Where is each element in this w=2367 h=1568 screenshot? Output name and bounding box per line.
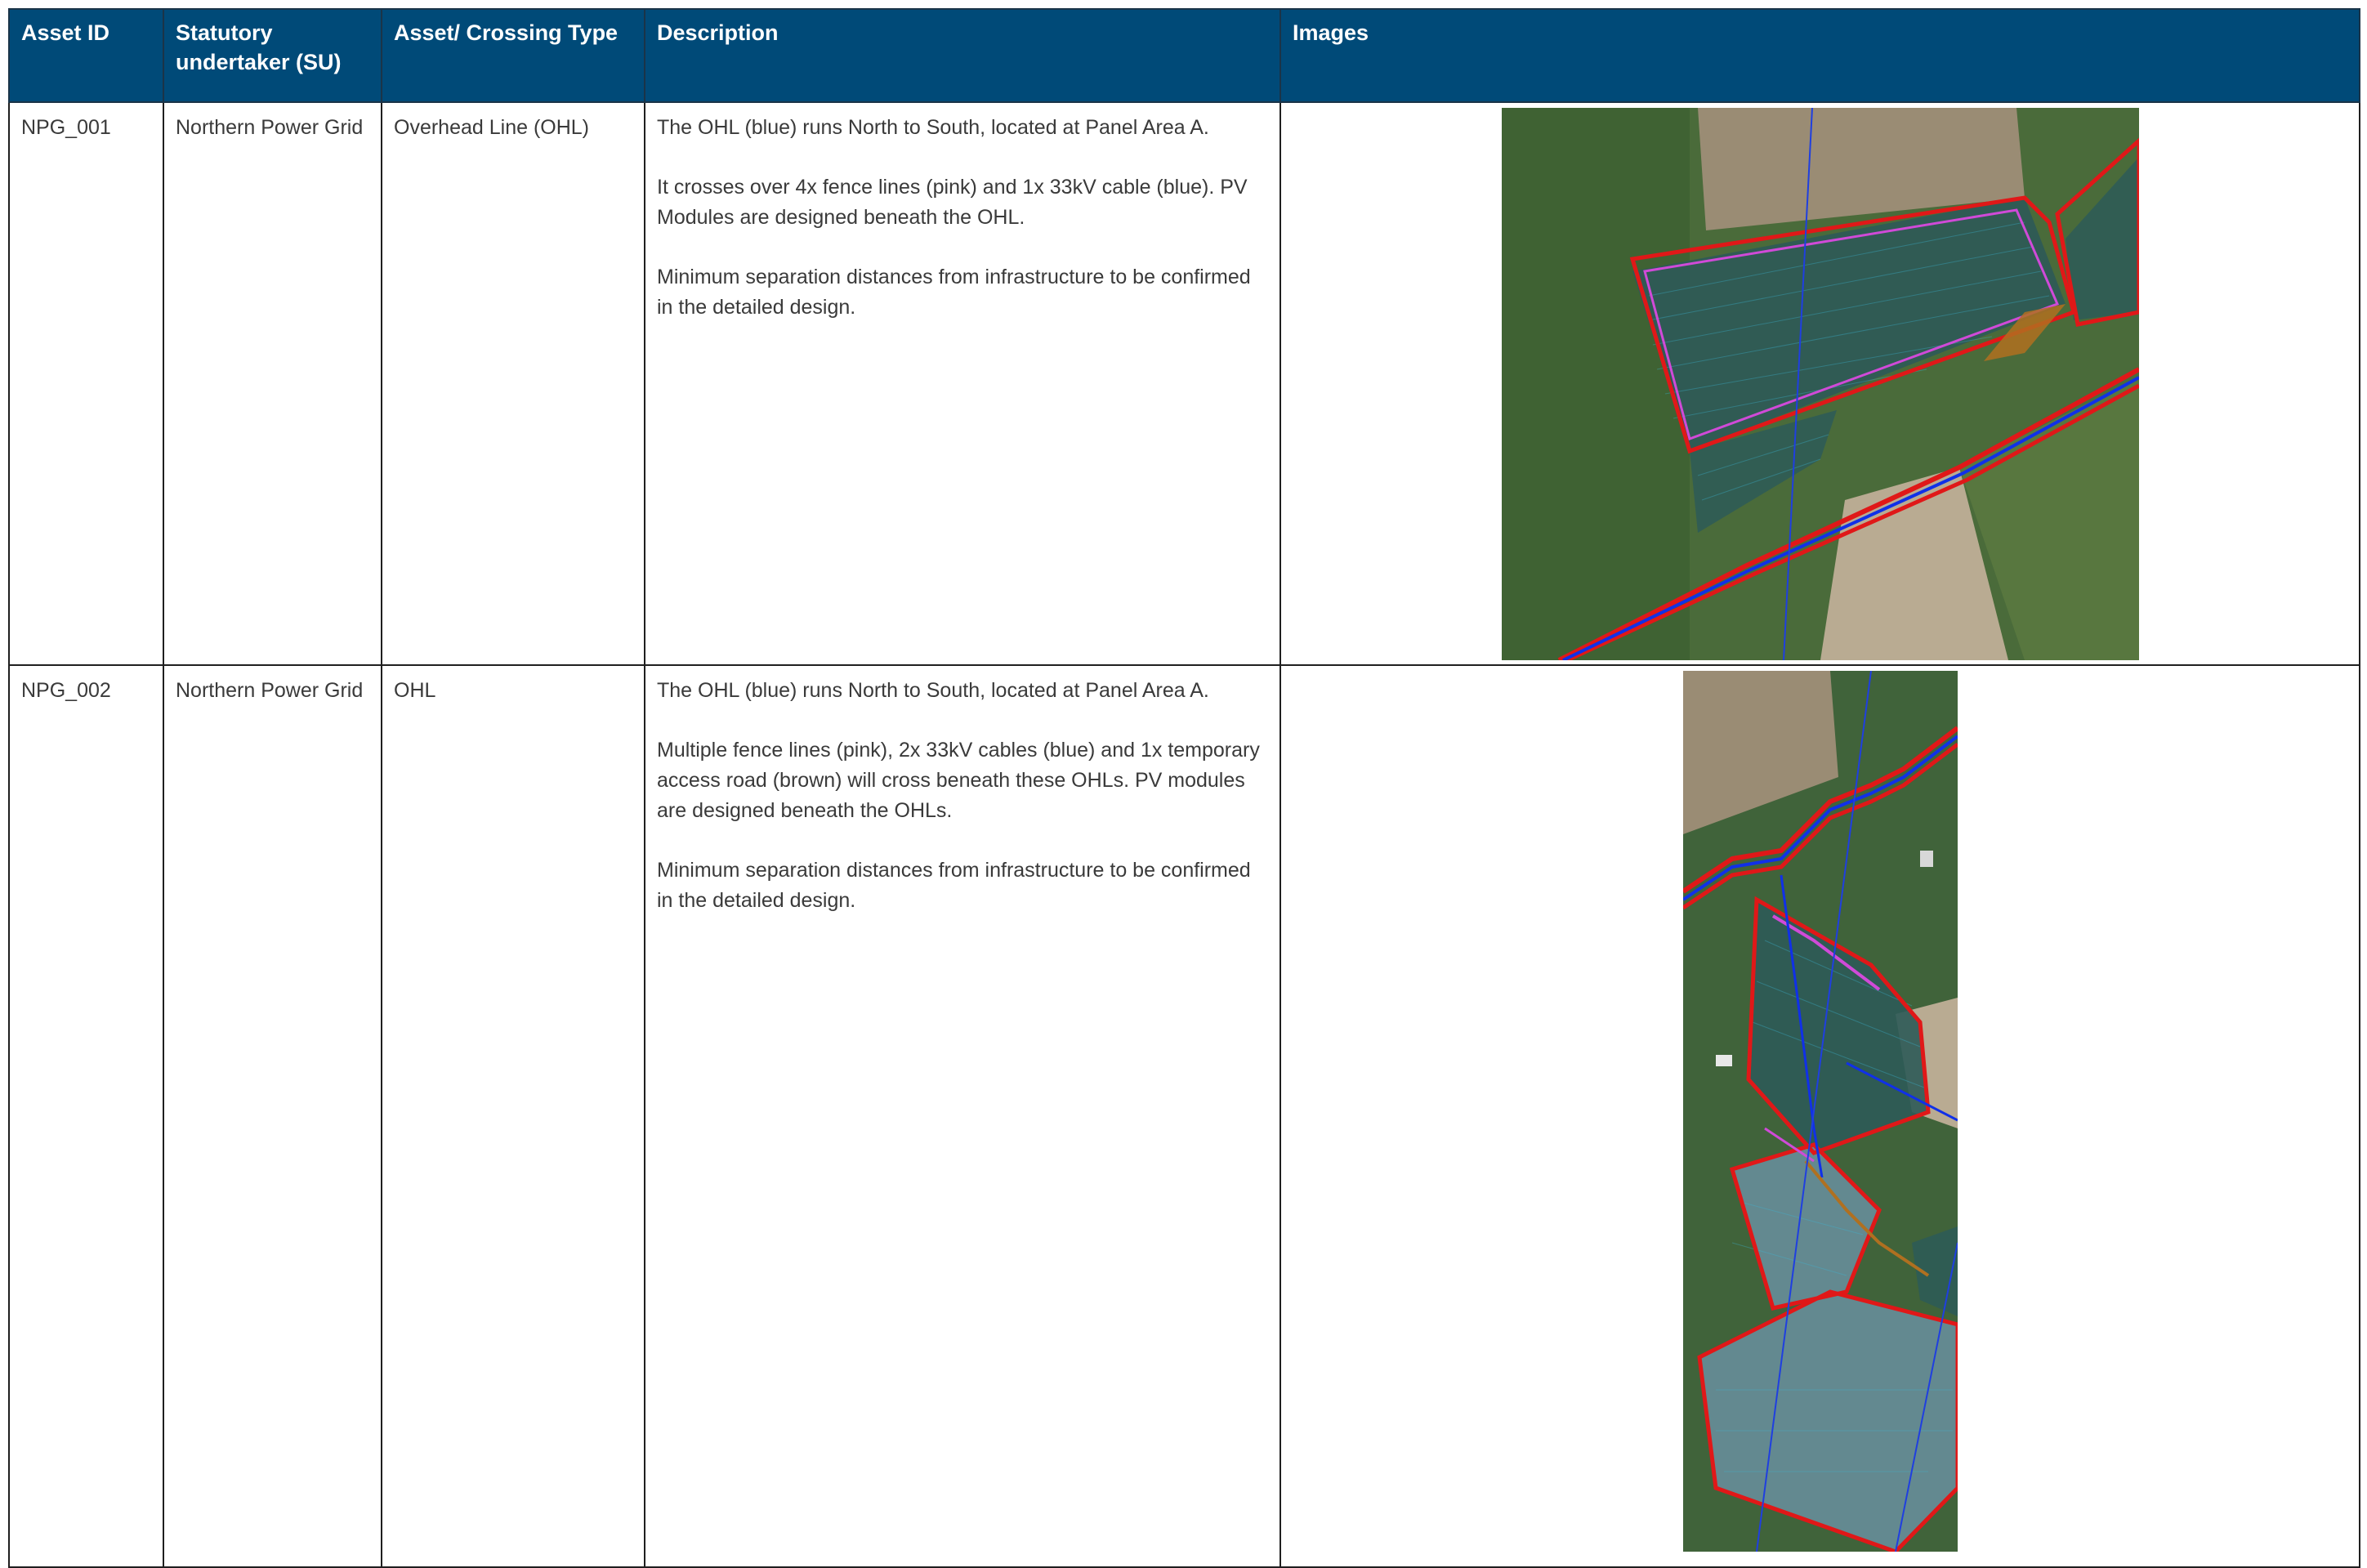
- description-cell: The OHL (blue) runs North to South, loca…: [644, 664, 1281, 1568]
- asset-id-cell: NPG_002: [8, 664, 164, 1568]
- header-asset-id: Asset ID: [8, 8, 164, 103]
- crossing-type-cell: OHL: [381, 664, 645, 1568]
- header-images: Images: [1280, 8, 2360, 103]
- header-statutory-undertaker: Statutory undertaker (SU): [163, 8, 382, 103]
- header-crossing-type: Asset/ Crossing Type: [381, 8, 645, 103]
- description-paragraph: Minimum separation distances from infras…: [657, 266, 1251, 319]
- table-row: NPG_002 Northern Power Grid OHL The OHL …: [8, 664, 2360, 1568]
- image-cell: [1280, 101, 2360, 666]
- description-cell: The OHL (blue) runs North to South, loca…: [644, 101, 1281, 666]
- asset-id-cell: NPG_001: [8, 101, 164, 666]
- su-cell: Northern Power Grid: [163, 664, 382, 1568]
- su-cell: Northern Power Grid: [163, 101, 382, 666]
- table-row: NPG_001 Northern Power Grid Overhead Lin…: [8, 101, 2360, 666]
- satellite-map-image: [1501, 108, 2139, 660]
- description-paragraph: It crosses over 4x fence lines (pink) an…: [657, 176, 1248, 229]
- asset-crossing-table: Asset ID Statutory undertaker (SU) Asset…: [8, 8, 2360, 1568]
- crossing-type-cell: Overhead Line (OHL): [381, 101, 645, 666]
- table-header-row: Asset ID Statutory undertaker (SU) Asset…: [8, 8, 2360, 103]
- image-cell: [1280, 664, 2360, 1568]
- description-paragraph: The OHL (blue) runs North to South, loca…: [657, 679, 1209, 702]
- description-paragraph: Minimum separation distances from infras…: [657, 859, 1251, 912]
- description-paragraph: The OHL (blue) runs North to South, loca…: [657, 116, 1209, 139]
- satellite-map-image: [1682, 671, 1958, 1552]
- header-description: Description: [644, 8, 1281, 103]
- description-paragraph: Multiple fence lines (pink), 2x 33kV cab…: [657, 739, 1260, 822]
